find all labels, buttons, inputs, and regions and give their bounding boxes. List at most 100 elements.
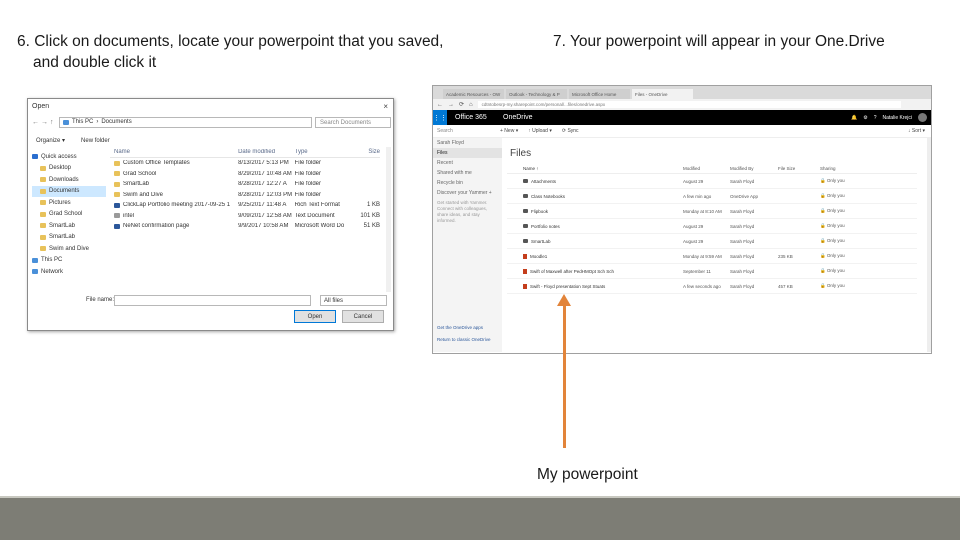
column-sharing[interactable]: Sharing [820, 166, 880, 171]
onedrive-file-row[interactable]: Moodle1 Monday at 9:59 AM Sarah Floyd 235 K… [507, 249, 917, 264]
file-row[interactable]: ClickLap Portfolio meeting 2017-09-25 1 9… [110, 200, 380, 211]
forward-arrow-icon[interactable]: → [448, 102, 454, 108]
onedrive-file-name[interactable]: Class Notebooks [531, 194, 565, 199]
column-size[interactable]: Size [356, 149, 380, 155]
browser-tab[interactable]: Files - OneDrive [632, 89, 693, 99]
onedrive-file-name[interactable]: Swift - Floyd presentation Sept Stuats [530, 284, 605, 289]
onedrive-file-name[interactable]: Swift of Maxwell after PedHMOpt Sch Sch [530, 269, 614, 274]
onedrive-file-row[interactable]: Attachments August 29 Sarah Floyd 🔒 Only yo… [507, 174, 917, 189]
onedrive-file-row[interactable]: SmartLab August 29 Sarah Floyd 🔒 Only you [507, 234, 917, 249]
breadcrumb[interactable]: This PC › Documents [59, 116, 312, 128]
nav-item[interactable]: This PC [32, 255, 106, 267]
onedrive-file-row[interactable]: Class Notebooks A few min ago OneDrive App… [507, 189, 917, 204]
nav-item[interactable]: Documents [32, 185, 106, 197]
back-arrow-icon[interactable]: ← [437, 102, 443, 108]
browser-tab[interactable]: Microsoft Office Home [569, 89, 630, 99]
onedrive-file-row[interactable]: Portfolio notes August 29 Sarah Floyd 🔒 Onl… [507, 219, 917, 234]
onedrive-search-input[interactable]: Search [433, 128, 500, 134]
file-row[interactable]: Custom Office Templates 8/13/2017 5:13 PM… [110, 158, 380, 169]
file-date: 8/28/2017 12:27 A [238, 181, 287, 188]
onedrive-sharing-cell: 🔒 Only you [820, 268, 880, 274]
sync-button[interactable]: ⟳ Sync [562, 128, 579, 134]
url-bar[interactable]: cdtntobesrp-my.sharepoint.com/personal/.… [477, 101, 901, 108]
breadcrumb-this-pc[interactable]: This PC [72, 119, 93, 125]
file-type-select[interactable]: All files [320, 295, 387, 306]
gear-icon[interactable]: ⚙ [863, 115, 867, 121]
nav-item[interactable]: Grad School [32, 209, 106, 221]
onedrive-file-name[interactable]: Portfolio notes [531, 224, 560, 229]
folder-icon [523, 239, 528, 243]
column-name[interactable]: Name [110, 149, 238, 155]
yammer-promo: Get started with Yammer. Connect with co… [437, 200, 488, 223]
scrollbar[interactable] [927, 138, 931, 352]
folder-icon [40, 177, 46, 183]
file-date: 8/13/2017 5:13 PM [238, 160, 289, 167]
nav-item[interactable]: Network [32, 266, 106, 278]
bell-icon[interactable]: 🔔 [851, 115, 857, 121]
column-modified[interactable]: Modified [683, 166, 730, 171]
refresh-icon[interactable]: ⟳ [459, 101, 464, 108]
onedrive-nav-item[interactable]: Recycle bin [433, 178, 502, 188]
nav-item[interactable]: Downloads [32, 174, 106, 186]
app-launcher-icon[interactable]: ⋮⋮ [433, 110, 447, 125]
onedrive-nav-item[interactable]: Discover your Yammer + [433, 188, 502, 198]
onedrive-file-row[interactable]: Swift - Floyd presentation Sept Stuats A … [507, 279, 917, 294]
onedrive-nav-item[interactable]: Shared with me [433, 168, 502, 178]
onedrive-file-row[interactable]: Swift of Maxwell after PedHMOpt Sch Sch S… [507, 264, 917, 279]
onedrive-file-name[interactable]: Flipbook [531, 209, 548, 214]
onedrive-app-title[interactable]: OneDrive [497, 114, 533, 121]
cancel-button[interactable]: Cancel [342, 310, 384, 323]
onedrive-file-name[interactable]: SmartLab [531, 239, 551, 244]
file-row[interactable]: NeNet confirmation page 9/9/2017 10:58 AM… [110, 221, 380, 232]
onedrive-file-name[interactable]: Moodle1 [530, 254, 547, 259]
powerpoint-file-icon [523, 268, 527, 274]
close-icon[interactable]: × [383, 102, 388, 111]
new-button[interactable]: + New ▾ [500, 128, 518, 134]
nav-item[interactable]: Pictures [32, 197, 106, 209]
new-folder-button[interactable]: New folder [81, 138, 110, 144]
back-arrow-icon[interactable]: ← [32, 119, 41, 126]
scrollbar[interactable] [386, 147, 391, 292]
file-row[interactable]: SmartLab 8/28/2017 12:27 A File folder [110, 179, 380, 190]
file-row[interactable]: intel 9/09/2017 12:58 AM Text Document 101 … [110, 211, 380, 222]
nav-item[interactable]: Swim and Dive [32, 243, 106, 255]
nav-item[interactable]: Quick access [32, 151, 106, 163]
onedrive-nav-item[interactable]: Sarah Floyd [433, 138, 502, 148]
column-modified-by[interactable]: Modified By [730, 166, 778, 171]
search-input[interactable]: Search Documents [315, 117, 391, 128]
file-row[interactable]: Grad School 8/29/2017 10:48 AM File folder [110, 169, 380, 180]
onedrive-nav-item[interactable]: Recent [433, 158, 502, 168]
classic-onedrive-link[interactable]: Return to classic OneDrive [437, 337, 491, 342]
user-name[interactable]: Natalie Krejci [883, 115, 912, 121]
onedrive-nav-item[interactable]: Files [433, 148, 502, 158]
nav-item[interactable]: Desktop [32, 163, 106, 175]
lock-icon: 🔒 [820, 208, 827, 213]
avatar[interactable] [918, 113, 927, 122]
column-date[interactable]: Date modified [238, 149, 295, 155]
breadcrumb-documents[interactable]: Documents [101, 119, 131, 125]
help-icon[interactable]: ? [874, 115, 877, 121]
home-icon[interactable]: ⌂ [469, 102, 473, 108]
onedrive-file-name[interactable]: Attachments [531, 179, 556, 184]
column-type[interactable]: Type [295, 149, 357, 155]
file-name: Swim and Dive [123, 191, 164, 198]
nav-item[interactable]: SmartLab [32, 232, 106, 244]
column-name[interactable]: Name ↑ [507, 166, 683, 171]
onedrive-file-row[interactable]: Flipbook Monday at 8:10 AM Sarah Floyd 🔒 On… [507, 204, 917, 219]
office-365-brand[interactable]: Office 365 [447, 114, 497, 121]
forward-arrow-icon[interactable]: → [41, 119, 50, 126]
open-button[interactable]: Open [294, 310, 336, 323]
file-name-input[interactable] [114, 295, 311, 306]
onedrive-sharing-cell: 🔒 Only you [820, 193, 880, 199]
sort-button[interactable]: ↓ Sort ▾ [908, 128, 931, 134]
column-file-size[interactable]: File Size [778, 166, 820, 171]
get-apps-link[interactable]: Get the OneDrive apps [437, 325, 483, 330]
browser-tab[interactable]: Outlook - Technology & P [506, 89, 567, 99]
file-row[interactable]: Swim and Dive 8/28/2017 12:03 PM File fold… [110, 190, 380, 201]
onedrive-left-nav: Sarah Floyd Files Recent Shared with me Recy… [433, 138, 502, 352]
organize-button[interactable]: Organize ▾ [36, 137, 65, 144]
up-arrow-icon[interactable]: ↑ [50, 119, 59, 126]
nav-item[interactable]: SmartLab [32, 220, 106, 232]
browser-tab[interactable]: Academic Resources - OW [443, 89, 504, 99]
upload-button[interactable]: ↑ Upload ▾ [528, 128, 552, 134]
